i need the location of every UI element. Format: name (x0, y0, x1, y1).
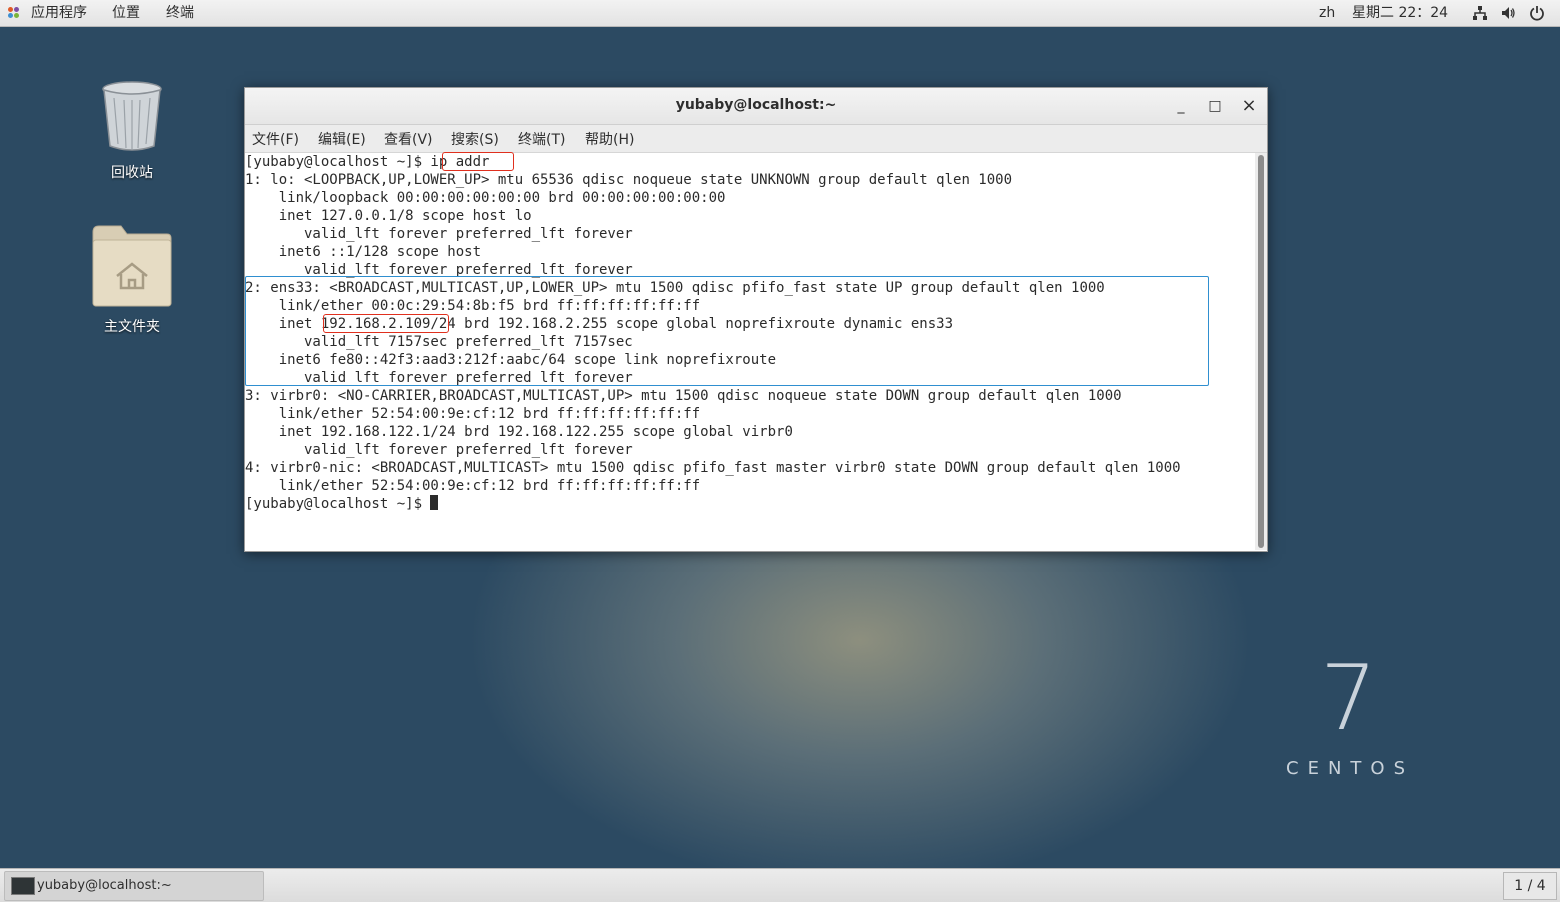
terminal-menu[interactable]: 终端 (166, 4, 194, 22)
home-folder-desktop-icon[interactable]: 主文件夹 (82, 224, 182, 336)
terminal-line: inet 192.168.122.1/24 brd 192.168.122.25… (245, 424, 793, 440)
menu-view[interactable]: 查看(V) (384, 129, 433, 149)
close-button[interactable]: × (1239, 96, 1259, 116)
applications-menu[interactable]: 应用程序 (31, 4, 87, 22)
terminal-line: link/loopback 00:00:00:00:00:00 brd 00:0… (245, 190, 726, 206)
trash-desktop-icon[interactable]: 回收站 (82, 80, 182, 182)
scrollbar-thumb[interactable] (1258, 155, 1264, 548)
menu-file[interactable]: 文件(F) (252, 129, 299, 149)
window-titlebar[interactable]: yubaby@localhost:~ _ □ × (245, 88, 1267, 125)
volume-icon[interactable] (1500, 5, 1516, 21)
input-method-indicator[interactable]: zh (1319, 4, 1335, 22)
terminal-line: valid_lft forever preferred_lft forever (245, 226, 633, 242)
workspace-switcher[interactable]: 1 / 4 (1503, 872, 1557, 900)
minimize-button[interactable]: _ (1171, 96, 1191, 116)
menu-search[interactable]: 搜索(S) (451, 129, 499, 149)
terminal-line: valid_lft forever preferred_lft forever (245, 442, 633, 458)
bottom-panel: yubaby@localhost:~ 1 / 4 (0, 868, 1560, 902)
terminal-output[interactable]: [yubaby@localhost ~]$ ip addr 1: lo: <LO… (245, 152, 1255, 550)
terminal-window[interactable]: yubaby@localhost:~ _ □ × 文件(F) 编辑(E) 查看(… (244, 87, 1268, 552)
centos-version-number: 7 (1320, 646, 1378, 751)
window-menubar: 文件(F) 编辑(E) 查看(V) 搜索(S) 终端(T) 帮助(H) (245, 125, 1267, 153)
terminal-line: inet 127.0.0.1/8 scope host lo (245, 208, 532, 224)
text-cursor (430, 495, 439, 510)
home-folder-label: 主文件夹 (104, 319, 160, 335)
clock[interactable]: 星期二 22：24 (1352, 4, 1448, 22)
terminal-prompt-line[interactable]: [yubaby@localhost ~]$ (245, 495, 439, 513)
places-menu[interactable]: 位置 (112, 4, 140, 22)
menu-edit[interactable]: 编辑(E) (318, 129, 366, 149)
terminal-app-icon (11, 877, 35, 895)
terminal-prompt: [yubaby@localhost ~]$ (245, 496, 431, 512)
applications-icon (8, 7, 20, 19)
ip-addr-command-highlight (442, 152, 514, 171)
terminal-line: link/ether 52:54:00:9e:cf:12 brd ff:ff:f… (245, 478, 701, 494)
network-icon[interactable] (1472, 5, 1488, 21)
terminal-line: 3: virbr0: <NO-CARRIER,BROADCAST,MULTICA… (245, 388, 1122, 404)
terminal-line: 4: virbr0-nic: <BROADCAST,MULTICAST> mtu… (245, 460, 1181, 476)
taskbar-window-button[interactable]: yubaby@localhost:~ (4, 871, 264, 901)
terminal-line: inet6 ::1/128 scope host (245, 244, 482, 260)
trash-icon (102, 81, 162, 151)
menu-terminal[interactable]: 终端(T) (518, 129, 565, 149)
top-panel: 应用程序 位置 终端 zh 星期二 22：24 (0, 0, 1560, 27)
window-title: yubaby@localhost:~ (675, 97, 837, 113)
ip-address-highlight (323, 314, 449, 333)
power-icon[interactable] (1529, 5, 1545, 21)
trash-label: 回收站 (111, 165, 153, 181)
terminal-line: 1: lo: <LOOPBACK,UP,LOWER_UP> mtu 65536 … (245, 172, 1013, 188)
menu-help[interactable]: 帮助(H) (585, 129, 634, 149)
terminal-scrollbar[interactable] (1255, 153, 1267, 550)
centos-wordmark: CENTOS (1286, 758, 1414, 779)
maximize-button[interactable]: □ (1205, 96, 1225, 116)
terminal-line: link/ether 52:54:00:9e:cf:12 brd ff:ff:f… (245, 406, 701, 422)
home-folder-icon (92, 225, 172, 307)
taskbar-window-label: yubaby@localhost:~ (37, 878, 172, 893)
